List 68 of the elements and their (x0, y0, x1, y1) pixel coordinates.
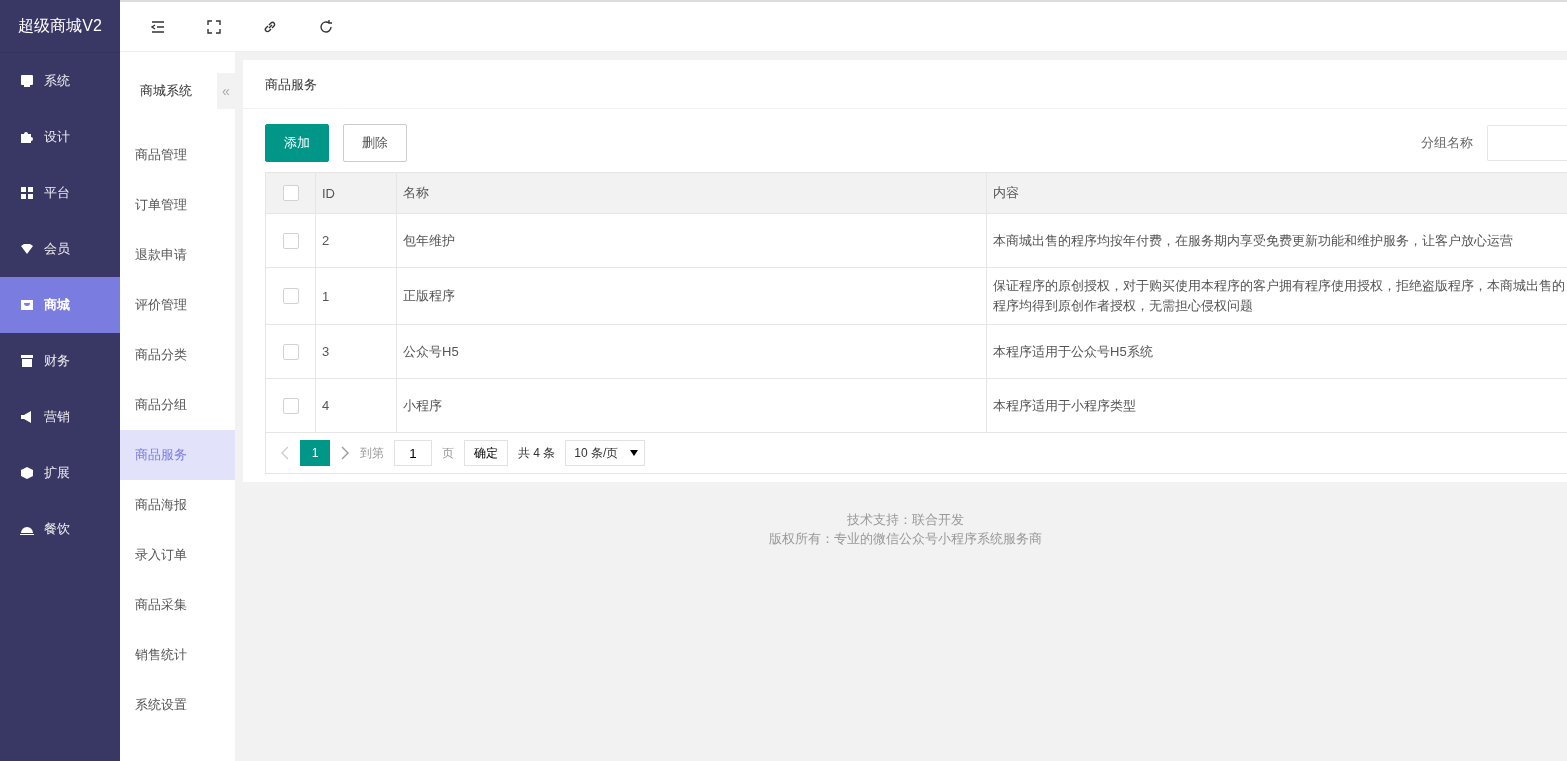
submenu-item[interactable]: 退款申请 (120, 230, 235, 280)
group-name-field[interactable] (1487, 125, 1567, 161)
row-checkbox[interactable] (282, 397, 299, 414)
table-cell: 小程序 (403, 396, 442, 415)
table-cell: 1 (322, 288, 330, 304)
megaphone-icon (20, 410, 34, 424)
nav-item[interactable]: 餐饮 (0, 501, 120, 557)
fullscreen-icon[interactable] (206, 18, 222, 35)
previous-page-icon[interactable] (280, 445, 290, 461)
submenu-item[interactable]: 订单管理 (120, 180, 235, 230)
submenu-item[interactable]: 系统设置 (120, 680, 235, 730)
add-button[interactable]: 添加 (265, 124, 329, 162)
brand-title: 超级商城V2 (0, 0, 120, 53)
refresh-icon[interactable] (318, 18, 334, 35)
table-cell: 2 (322, 233, 330, 248)
page-title: 商品服务 (243, 60, 1567, 109)
nav-item[interactable]: 设计 (0, 109, 120, 165)
column-header: ID (322, 185, 335, 201)
column-header: 内容 (993, 184, 1019, 202)
next-page-icon[interactable] (340, 445, 350, 461)
table-cell: 公众号H5 (403, 342, 459, 361)
footer-text: 技术支持：联合开发 (845, 511, 965, 529)
column-header: 名称 (403, 184, 429, 202)
footer-text: 版权所有：专业的微信公众号小程序系统服务商 (767, 530, 1043, 548)
page-button[interactable]: 1 (300, 440, 330, 466)
monitor-icon (20, 74, 34, 88)
table-cell-text: 本程序适用于小程序类型 (993, 396, 1136, 415)
submenu-item[interactable]: 商品采集 (120, 580, 235, 630)
goto-label: 到第 (360, 444, 384, 462)
table-cell: 正版程序 (403, 287, 455, 305)
table-cell: 包年维护 (403, 231, 455, 250)
nav-item[interactable]: 营销 (0, 389, 120, 445)
table-cell-text: 本商城出售的程序均按年付费，在服务期内享受免费更新功能和维护服务，让客户放心运营 (993, 231, 1513, 250)
puzzle-icon (20, 130, 34, 144)
caret-icon (630, 450, 639, 456)
cube-icon (20, 466, 34, 480)
page-number-field[interactable]: 1 (394, 440, 432, 466)
nav-item[interactable]: 会员 (0, 221, 120, 277)
delete-button[interactable]: 删除 (343, 124, 407, 162)
section-title: 商城系统 (140, 82, 193, 100)
submenu-item[interactable]: 评价管理 (120, 280, 235, 330)
select-all-checkbox[interactable] (282, 185, 299, 201)
submenu-item[interactable]: 商品管理 (120, 130, 235, 180)
nav-item[interactable]: 商城 (0, 277, 120, 333)
indent-icon[interactable] (150, 18, 166, 35)
table-cell-text: 本程序适用于公众号H5系统 (993, 342, 1153, 361)
row-checkbox[interactable] (282, 343, 299, 360)
grid-icon (20, 186, 34, 200)
row-checkbox[interactable] (282, 288, 299, 304)
submenu-item[interactable]: 商品分类 (120, 330, 235, 380)
nav-item[interactable]: 平台 (0, 165, 120, 221)
nav-item[interactable]: 财务 (0, 333, 120, 389)
submenu-item[interactable]: 录入订单 (120, 530, 235, 580)
table-cell: 4 (322, 398, 330, 413)
submenu-item[interactable]: 销售统计 (120, 630, 235, 680)
confirm-button[interactable]: 确定 (464, 440, 508, 466)
page-label: 页 (442, 444, 454, 462)
total-count: 共 4 条 (518, 444, 556, 462)
nav-item[interactable]: 系统 (0, 53, 120, 109)
submenu-item[interactable]: 商品分组 (120, 380, 235, 430)
table-cell: 3 (322, 344, 330, 359)
submenu-item[interactable]: 商品海报 (120, 480, 235, 530)
page-size-select[interactable]: 10 条/页 (565, 440, 646, 466)
filter-label: 分组名称 (1421, 134, 1473, 152)
gem-icon (20, 242, 34, 256)
table-cell-text: 保证程序的原创授权，对于购买使用本程序的客户拥有程序使用授权，拒绝盗版程序，本商城出售的程序均得到原创作者授权，无需担心侵权问题 (993, 277, 1566, 315)
row-checkbox[interactable] (282, 232, 299, 249)
nav-item[interactable]: 扩展 (0, 445, 120, 501)
